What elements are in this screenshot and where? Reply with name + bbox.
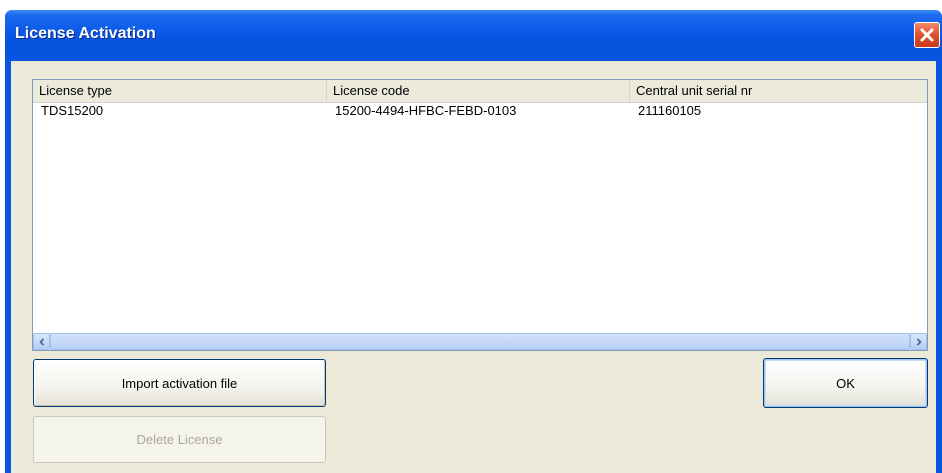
scroll-right-button[interactable] bbox=[910, 333, 927, 350]
ok-button[interactable]: OK bbox=[763, 358, 928, 408]
window-title: License Activation bbox=[15, 25, 156, 42]
horizontal-scrollbar[interactable] bbox=[33, 333, 927, 350]
table-row[interactable]: TDS15200 15200-4494-HFBC-FEBD-0103 21116… bbox=[33, 102, 927, 120]
delete-license-button[interactable]: Delete License bbox=[33, 416, 326, 463]
list-header: License type License code Central unit s… bbox=[33, 80, 927, 103]
close-button[interactable] bbox=[914, 22, 940, 48]
title-bar[interactable]: License Activation bbox=[5, 10, 942, 61]
license-activation-window: License Activation License type License … bbox=[5, 10, 942, 473]
scroll-left-button[interactable] bbox=[33, 333, 50, 350]
column-header-serial-nr[interactable]: Central unit serial nr bbox=[630, 80, 927, 102]
column-header-license-code[interactable]: License code bbox=[327, 80, 630, 102]
chevron-right-icon bbox=[916, 337, 922, 346]
dialog-body: License type License code Central unit s… bbox=[11, 61, 936, 473]
import-activation-file-button[interactable]: Import activation file bbox=[33, 359, 326, 407]
cell-license-type: TDS15200 bbox=[41, 103, 104, 118]
column-header-license-type[interactable]: License type bbox=[33, 80, 327, 102]
chevron-left-icon bbox=[38, 337, 44, 346]
cell-serial-nr: 211160105 bbox=[638, 103, 702, 118]
close-icon bbox=[920, 28, 934, 42]
cell-license-code: 15200-4494-HFBC-FEBD-0103 bbox=[335, 103, 517, 118]
scroll-thumb[interactable] bbox=[50, 333, 910, 350]
license-list[interactable]: License type License code Central unit s… bbox=[32, 79, 928, 351]
